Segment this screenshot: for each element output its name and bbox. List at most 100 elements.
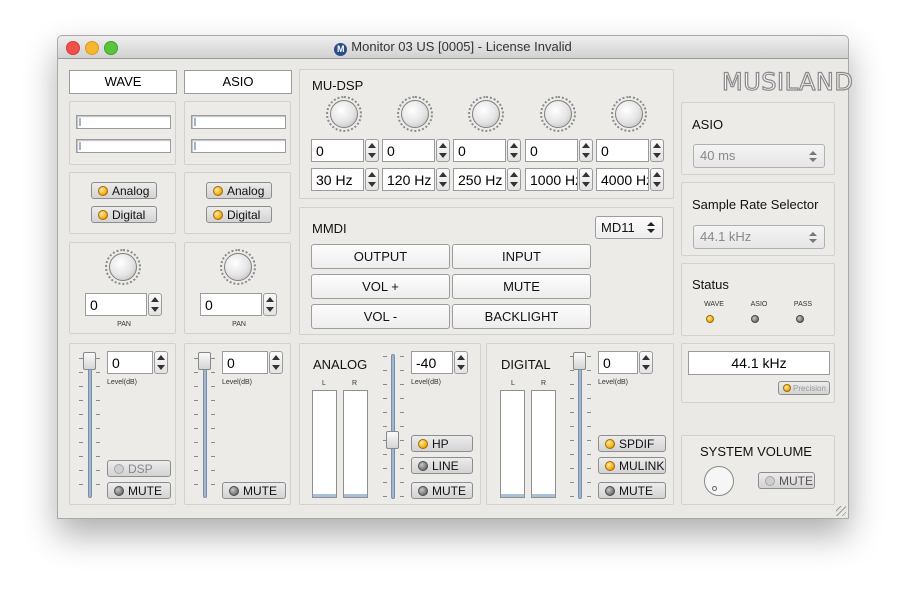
main-window: M Monitor 03 US [0005] - License Invalid … [57,35,854,519]
sample-rate-title: Sample Rate Selector [692,197,819,212]
sample-rate-select[interactable]: 44.1 kHz [693,225,825,249]
wave-dsp-button[interactable]: DSP [107,460,171,477]
asio-digital-button[interactable]: Digital [206,206,272,223]
mudsp-band-2-freq-field[interactable]: 120 Hz [382,168,435,191]
asio-level-field[interactable]: 0 [222,351,268,374]
wave-level-stepper[interactable] [154,351,168,374]
analog-fader-track[interactable] [391,354,395,499]
asio-pan-field[interactable]: 0 [200,293,262,316]
analog-level-field[interactable]: -40 [411,351,453,374]
asio-mute-button[interactable]: MUTE [222,482,286,499]
digital-meter-right [531,390,556,498]
mudsp-band-1-gain-stepper[interactable] [365,139,379,162]
wave-analog-button[interactable]: Analog [91,182,157,199]
sample-rate-value: 44.1 kHz [700,229,752,244]
wave-level-field[interactable]: 0 [107,351,153,374]
app-icon: M [334,43,348,56]
musiland-logo: MUSILAND [721,67,854,96]
wave-pan-field[interactable]: 0 [85,293,147,316]
mmdi-backlight-button[interactable]: BACKLIGHT [452,304,591,329]
mudsp-band-1-knob[interactable] [330,100,358,128]
wave-pan-stepper[interactable] [148,293,162,316]
chevron-updown-icon [809,232,817,243]
mudsp-band-5-gain-stepper[interactable] [650,139,664,162]
digital-fader-handle[interactable] [573,352,586,370]
mudsp-band-4-gain-stepper[interactable] [579,139,593,162]
analog-level-stepper[interactable] [454,351,468,374]
digital-mulink-button[interactable]: MULINK [598,457,666,474]
wave-analog-label: Analog [112,183,150,198]
mudsp-band-2-gain-stepper[interactable] [436,139,450,162]
mudsp-band-5-gain-field[interactable]: 0 [596,139,649,162]
mudsp-band-2-knob[interactable] [401,100,429,128]
chevron-updown-icon [647,222,655,233]
wave-fader-track[interactable] [88,356,92,498]
mmdi-input-button[interactable]: INPUT [452,244,591,269]
mudsp-band-1-freq-stepper[interactable] [365,168,379,191]
wave-fader-handle[interactable] [83,352,96,370]
mudsp-band-2-gain-field[interactable]: 0 [382,139,435,162]
wave-pan-knob[interactable] [109,253,137,281]
mudsp-band-4-freq-field[interactable]: 1000 Hz [525,168,578,191]
mmdi-vol-up-button[interactable]: VOL + [311,274,450,299]
system-volume-knob[interactable] [704,466,734,496]
mmdi-model-select[interactable]: MD11 [595,216,663,239]
status-wave-label: WAVE [704,301,724,308]
mudsp-band-1-gain-field[interactable]: 0 [311,139,364,162]
analog-mute-label: MUTE [432,483,466,498]
resize-grip-icon[interactable] [836,506,846,516]
mudsp-band-3-freq-field[interactable]: 250 Hz [453,168,506,191]
analog-hp-button[interactable]: HP [411,435,473,452]
system-volume-title: SYSTEM VOLUME [700,444,812,459]
asio-tab[interactable]: ASIO [184,70,292,94]
mudsp-band-1-freq-field[interactable]: 30 Hz [311,168,364,191]
asio-pan-stepper[interactable] [263,293,277,316]
digital-mute-button[interactable]: MUTE [598,482,666,499]
mudsp-band-4-knob[interactable] [544,100,572,128]
wave-source-panel: Analog Digital [69,172,176,234]
asio-pan-knob[interactable] [224,253,252,281]
mudsp-band-2-freq-stepper[interactable] [436,168,450,191]
mudsp-band-4-freq-stepper[interactable] [579,168,593,191]
wave-mute-button[interactable]: MUTE [107,482,171,499]
asio-analog-button[interactable]: Analog [206,182,272,199]
digital-level-stepper[interactable] [639,351,653,374]
mmdi-output-button[interactable]: OUTPUT [311,244,450,269]
mmdi-vol-down-button[interactable]: VOL - [311,304,450,329]
asio-fader-handle[interactable] [198,352,211,370]
led-icon [213,185,223,196]
digital-level-field[interactable]: 0 [598,351,638,374]
mudsp-band-3-freq-stepper[interactable] [507,168,521,191]
asio-fader-track[interactable] [203,356,207,498]
analog-line-button[interactable]: LINE [411,457,473,474]
analog-meter-l-label: L [322,380,326,387]
mudsp-band-3-gain-stepper[interactable] [507,139,521,162]
asio-latency-select[interactable]: 40 ms [693,144,825,168]
mudsp-band-3-gain-field[interactable]: 0 [453,139,506,162]
digital-mulink-label: MULINK [619,458,665,473]
digital-spdif-button[interactable]: SPDIF [598,435,666,452]
status-asio-label: ASIO [750,301,768,308]
asio-latency-value: 40 ms [700,148,736,163]
wave-tab[interactable]: WAVE [69,70,177,94]
asio-fader-scale [194,358,198,498]
analog-title: ANALOG [313,357,368,372]
system-volume-mute-button[interactable]: MUTE [758,472,815,489]
precision-button[interactable]: Precision [778,381,830,395]
wave-digital-button[interactable]: Digital [91,206,157,223]
analog-hp-label: HP [432,436,449,451]
mudsp-band-5-freq-stepper[interactable] [650,168,664,191]
mudsp-band-5-freq-field[interactable]: 4000 Hz [596,168,649,191]
digital-fader-track[interactable] [578,354,582,499]
mudsp-band-4-gain-field[interactable]: 0 [525,139,578,162]
analog-fader-handle[interactable] [386,431,399,449]
asio-latency-panel: ASIO 40 ms [681,102,835,175]
wave-fader-scale-right [96,358,100,498]
analog-mute-button[interactable]: MUTE [411,482,473,499]
mudsp-band-3-knob[interactable] [472,100,500,128]
status-title: Status [692,277,729,292]
asio-level-stepper[interactable] [269,351,283,374]
mmdi-mute-button[interactable]: MUTE [452,274,591,299]
digital-panel: DIGITAL L R 0 Level(dB) SPDIF MULINK MUT… [486,343,674,505]
mudsp-band-5-knob[interactable] [615,100,643,128]
